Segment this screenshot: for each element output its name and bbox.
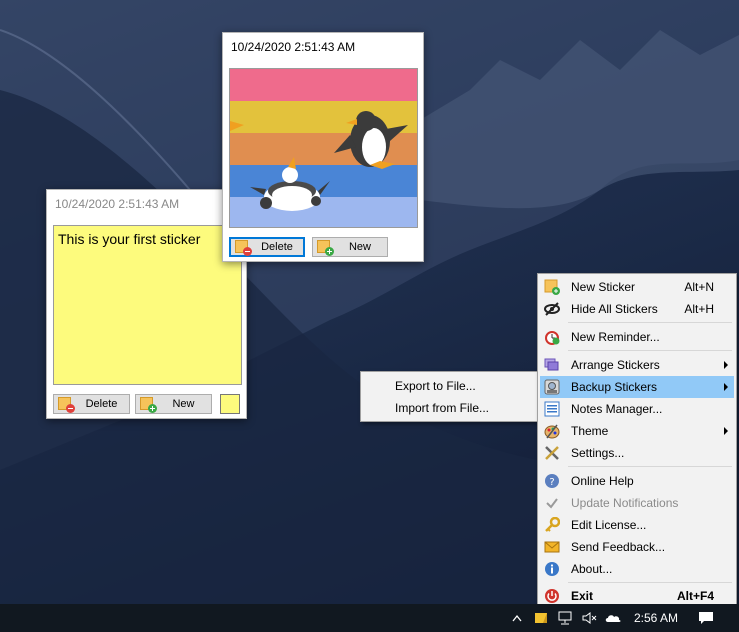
notes-manager-icon xyxy=(544,401,560,417)
new-sticker-icon xyxy=(544,279,560,295)
menu-separator xyxy=(568,350,732,351)
menu-item-import-from-file[interactable]: Import from File... xyxy=(363,397,535,419)
new-button-label: New xyxy=(348,241,371,253)
menu-item-label: Import from File... xyxy=(395,401,490,415)
info-icon xyxy=(544,561,560,577)
menu-item-edit-license[interactable]: Edit License... xyxy=(540,514,734,536)
submenu-arrow-icon xyxy=(724,383,728,391)
action-center-icon[interactable] xyxy=(694,604,718,632)
new-note-icon xyxy=(317,240,334,256)
image-stripe xyxy=(230,197,417,227)
menu-item-new-sticker[interactable]: New Sticker Alt+N xyxy=(540,276,734,298)
tray-context-menu: New Sticker Alt+N Hide All Stickers Alt+… xyxy=(537,273,737,610)
menu-item-send-feedback[interactable]: Send Feedback... xyxy=(540,536,734,558)
menu-item-arrange-stickers[interactable]: Arrange Stickers xyxy=(540,354,734,376)
new-button-label: New xyxy=(172,398,195,410)
menu-item-label: Notes Manager... xyxy=(571,402,663,416)
tray-stickers-icon[interactable] xyxy=(530,604,552,632)
new-sticker-button[interactable]: New xyxy=(312,237,388,257)
sticker-timestamp: 10/24/2020 2:51:43 AM xyxy=(231,40,356,54)
checkmark-icon xyxy=(544,495,560,511)
image-stripe xyxy=(230,165,417,198)
new-sticker-button[interactable]: New xyxy=(135,394,212,414)
penguin-picture xyxy=(230,69,417,227)
menu-item-label: Update Notifications xyxy=(571,496,679,510)
penguin-image xyxy=(229,68,418,228)
menu-item-shortcut: Alt+N xyxy=(684,280,714,294)
delete-button-label: Delete xyxy=(261,241,293,253)
menu-item-label: New Sticker xyxy=(571,280,636,294)
menu-item-settings[interactable]: Settings... xyxy=(540,442,734,464)
menu-item-online-help[interactable]: ? Online Help xyxy=(540,470,734,492)
sticker-window-image[interactable]: 10/24/2020 2:51:43 AM Delete New xyxy=(222,32,424,262)
sticker-timestamp: 10/24/2020 2:51:43 AM xyxy=(55,197,180,211)
key-icon xyxy=(544,516,561,533)
tray-overflow-chevron-icon[interactable] xyxy=(508,604,526,632)
sticker-button-row: Delete New xyxy=(223,237,423,257)
delete-sticker-button[interactable]: Delete xyxy=(53,394,130,414)
menu-item-label: Hide All Stickers xyxy=(571,302,658,316)
image-stripe xyxy=(230,69,417,102)
backup-submenu: Export to File... Import from File... xyxy=(360,371,538,422)
menu-item-notes-manager[interactable]: Notes Manager... xyxy=(540,398,734,420)
sticker-color-swatch[interactable] xyxy=(220,394,240,414)
network-icon[interactable] xyxy=(554,604,576,632)
menu-item-shortcut: Alt+H xyxy=(684,302,714,316)
envelope-icon xyxy=(544,539,560,555)
menu-item-label: Theme xyxy=(571,424,609,438)
settings-tools-icon xyxy=(544,445,560,461)
delete-note-icon xyxy=(58,397,75,413)
menu-item-new-reminder[interactable]: New Reminder... xyxy=(540,326,734,348)
onedrive-cloud-icon[interactable] xyxy=(602,604,624,632)
delete-button-label: Delete xyxy=(85,398,118,410)
menu-item-update-notifications[interactable]: Update Notifications xyxy=(540,492,734,514)
power-icon xyxy=(544,588,560,604)
menu-item-export-to-file[interactable]: Export to File... xyxy=(363,375,535,397)
sticker-text-area[interactable]: This is your first sticker xyxy=(53,225,242,385)
taskbar-clock[interactable]: 2:56 AM xyxy=(628,604,684,632)
volume-muted-icon[interactable] xyxy=(578,604,600,632)
palette-icon xyxy=(544,423,560,439)
menu-item-hide-all-stickers[interactable]: Hide All Stickers Alt+H xyxy=(540,298,734,320)
new-note-icon xyxy=(140,397,157,413)
alarm-clock-icon xyxy=(544,329,560,345)
menu-item-about[interactable]: About... xyxy=(540,558,734,580)
help-icon: ? xyxy=(544,473,560,489)
menu-item-label: New Reminder... xyxy=(571,330,660,344)
menu-item-theme[interactable]: Theme xyxy=(540,420,734,442)
menu-separator xyxy=(568,466,732,467)
menu-item-label: Settings... xyxy=(571,446,625,460)
taskbar: 2:56 AM xyxy=(0,604,739,632)
menu-item-label: Export to File... xyxy=(395,379,476,393)
sticker-button-row: Delete New xyxy=(47,394,246,414)
menu-item-backup-stickers[interactable]: Backup Stickers xyxy=(540,376,734,398)
svg-text:?: ? xyxy=(549,477,554,488)
menu-item-label: Arrange Stickers xyxy=(571,358,660,372)
backup-icon xyxy=(544,379,560,395)
hide-eye-icon xyxy=(544,301,560,317)
menu-item-label: Edit License... xyxy=(571,518,647,532)
sticker-window-yellow[interactable]: 10/24/2020 2:51:43 AM This is your first… xyxy=(46,189,247,419)
arrange-icon xyxy=(544,357,560,373)
menu-separator xyxy=(568,582,732,583)
menu-item-label: Backup Stickers xyxy=(571,380,658,394)
delete-sticker-button[interactable]: Delete xyxy=(229,237,305,257)
delete-note-icon xyxy=(235,240,252,256)
submenu-arrow-icon xyxy=(724,361,728,369)
menu-item-label: Online Help xyxy=(571,474,634,488)
submenu-arrow-icon xyxy=(724,427,728,435)
menu-item-label: About... xyxy=(571,562,613,576)
menu-item-label: Send Feedback... xyxy=(571,540,666,554)
menu-separator xyxy=(568,322,732,323)
